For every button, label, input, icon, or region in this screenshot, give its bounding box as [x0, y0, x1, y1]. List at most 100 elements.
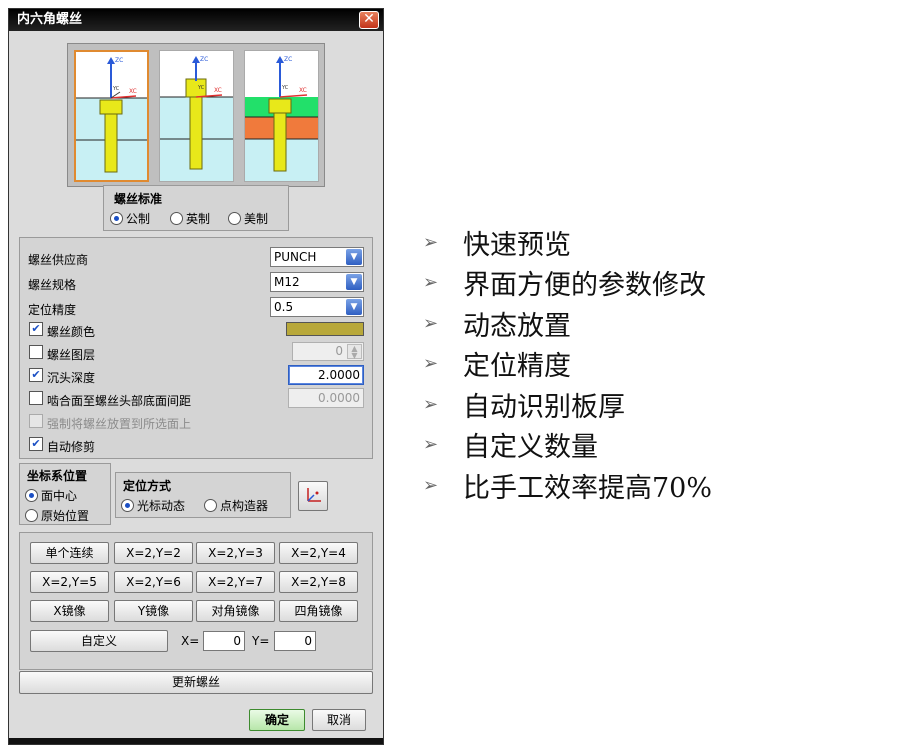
mirror-diagonal-button[interactable]: 对角镜像: [196, 600, 275, 622]
force-checkbox[interactable]: [29, 414, 43, 428]
update-screw-button[interactable]: 更新螺丝: [19, 671, 373, 694]
radio-imperial-dot[interactable]: [170, 212, 183, 225]
preview-thumb-through[interactable]: ZC XC YC: [74, 50, 149, 182]
spec-value: M12: [274, 275, 300, 289]
ok-button[interactable]: 确定: [249, 709, 305, 731]
feature-text: 动态放置: [463, 310, 571, 342]
color-checkbox[interactable]: ✔: [29, 322, 43, 336]
radio-original-position-label: 原始位置: [41, 509, 90, 523]
radio-metric[interactable]: 公制: [110, 210, 150, 227]
custom-y-input[interactable]: 0: [274, 631, 316, 651]
feature-text: 比手工效率提高70%: [463, 472, 713, 504]
pattern-single-button[interactable]: 单个连续: [30, 542, 109, 564]
radio-point-constructor-label: 点构造器: [220, 499, 269, 513]
preview-panel: ZC XC YC ZC XC YC ZC XC YC: [67, 43, 325, 187]
force-label: 强制将螺丝放置到所选面上: [47, 417, 192, 431]
radio-original-position[interactable]: 原始位置: [25, 507, 89, 524]
axis-zc-label: ZC: [115, 57, 123, 64]
radio-original-position-dot[interactable]: [25, 509, 38, 522]
cancel-button[interactable]: 取消: [312, 709, 366, 731]
chevron-down-icon[interactable]: ▼: [346, 274, 362, 290]
chevron-down-icon[interactable]: ▼: [346, 249, 362, 265]
radio-american[interactable]: 美制: [228, 210, 268, 227]
counterbore-input[interactable]: 2.0000: [288, 365, 364, 385]
layer-label: 螺丝图层: [47, 348, 96, 362]
pattern-2x3-button[interactable]: X=2,Y=3: [196, 542, 275, 564]
close-icon: ✕: [363, 11, 375, 27]
axis-xc-label: XC: [129, 88, 137, 95]
precision-label: 定位精度: [28, 303, 77, 317]
counterbore-checkbox[interactable]: ✔: [29, 368, 43, 382]
pattern-2x4-button[interactable]: X=2,Y=4: [279, 542, 358, 564]
dialog-title: 内六角螺丝: [17, 12, 83, 27]
arrow-bullet-icon: ➢: [423, 353, 439, 375]
supplier-value: PUNCH: [274, 250, 317, 264]
axis-yc-label: YC: [112, 86, 120, 92]
radio-metric-dot[interactable]: [110, 212, 123, 225]
radio-cursor-dynamic-dot[interactable]: [121, 499, 134, 512]
mirror-x-button[interactable]: X镜像: [30, 600, 109, 622]
spinner-arrows-icon[interactable]: ▲ ▼: [347, 344, 362, 360]
axis-xc-label: XC: [214, 87, 222, 94]
feature-text: 快速预览: [463, 229, 571, 261]
feature-text: 自动识别板厚: [463, 391, 625, 423]
pattern-2x7-button[interactable]: X=2,Y=7: [196, 571, 275, 593]
pattern-2x6-button[interactable]: X=2,Y=6: [114, 571, 193, 593]
radio-point-constructor[interactable]: 点构造器: [204, 497, 268, 514]
positioning-group: 定位方式 光标动态 点构造器: [115, 472, 291, 518]
arrow-bullet-icon: ➢: [423, 474, 439, 496]
layer-checkbox[interactable]: [29, 345, 43, 359]
layer-value: 0: [335, 344, 343, 358]
chevron-down-icon[interactable]: ▼: [346, 299, 362, 315]
arrow-bullet-icon: ➢: [423, 231, 439, 253]
precision-select[interactable]: 0.5 ▼: [270, 297, 364, 317]
trim-label: 自动修剪: [47, 440, 96, 454]
preview-thumb-counterbore[interactable]: ZC XC YC: [159, 50, 234, 182]
feature-item: ➢ 界面方便的参数修改: [423, 263, 712, 304]
gap-input[interactable]: 0.0000: [288, 388, 364, 408]
precision-value: 0.5: [274, 300, 294, 314]
pattern-2x8-button[interactable]: X=2,Y=8: [279, 571, 358, 593]
mirror-y-button[interactable]: Y镜像: [114, 600, 193, 622]
radio-cursor-dynamic-label: 光标动态: [137, 499, 186, 513]
radio-face-center[interactable]: 面中心: [25, 487, 77, 504]
radio-face-center-label: 面中心: [41, 489, 78, 503]
radio-cursor-dynamic[interactable]: 光标动态: [121, 497, 185, 514]
custom-x-label: X=: [181, 634, 200, 648]
feature-item: ➢ 快速预览: [423, 222, 712, 263]
mirror-four-corner-button[interactable]: 四角镜像: [279, 600, 358, 622]
axis-zc-label: ZC: [200, 56, 208, 63]
pattern-2x2-button[interactable]: X=2,Y=2: [114, 542, 193, 564]
csys-title: 坐标系位置: [27, 469, 88, 483]
arrow-bullet-icon: ➢: [423, 393, 439, 415]
radio-american-dot[interactable]: [228, 212, 241, 225]
radio-imperial[interactable]: 英制: [170, 210, 210, 227]
feature-list: ➢ 快速预览 ➢ 界面方便的参数修改 ➢ 动态放置 ➢ 定位精度 ➢ 自动识别板厚 ➢ 自定义数量 ➢ 比…: [423, 222, 712, 506]
color-swatch[interactable]: [286, 322, 364, 336]
radio-metric-label: 公制: [126, 212, 151, 226]
custom-pattern-button[interactable]: 自定义: [30, 630, 168, 652]
screw-dialog: 内六角螺丝 ✕ ZC XC YC ZC XC YC ZC XC YC 螺丝标准 …: [8, 8, 384, 745]
csys-icon: [307, 488, 321, 502]
dialog-bottom-edge: [9, 738, 383, 744]
feature-text: 自定义数量: [463, 432, 598, 464]
radio-point-constructor-dot[interactable]: [204, 499, 217, 512]
supplier-select[interactable]: PUNCH ▼: [270, 247, 364, 267]
custom-x-input[interactable]: 0: [203, 631, 245, 651]
axis-yc-label: YC: [281, 85, 289, 91]
preview-thumb-two-plates[interactable]: ZC XC YC: [244, 50, 319, 182]
dialog-titlebar[interactable]: 内六角螺丝 ✕: [9, 9, 383, 31]
axis-xc-label: XC: [299, 87, 307, 94]
close-button[interactable]: ✕: [359, 11, 379, 29]
radio-imperial-label: 英制: [186, 212, 211, 226]
csys-button[interactable]: [298, 481, 328, 511]
pattern-2x5-button[interactable]: X=2,Y=5: [30, 571, 109, 593]
gap-checkbox[interactable]: [29, 391, 43, 405]
spec-select[interactable]: M12 ▼: [270, 272, 364, 292]
spec-label: 螺丝规格: [28, 278, 77, 292]
arrow-bullet-icon: ➢: [423, 272, 439, 294]
feature-item: ➢ 自定义数量: [423, 425, 712, 466]
radio-face-center-dot[interactable]: [25, 489, 38, 502]
trim-checkbox[interactable]: ✔: [29, 437, 43, 451]
layer-spinner[interactable]: 0 ▲ ▼: [292, 342, 364, 361]
